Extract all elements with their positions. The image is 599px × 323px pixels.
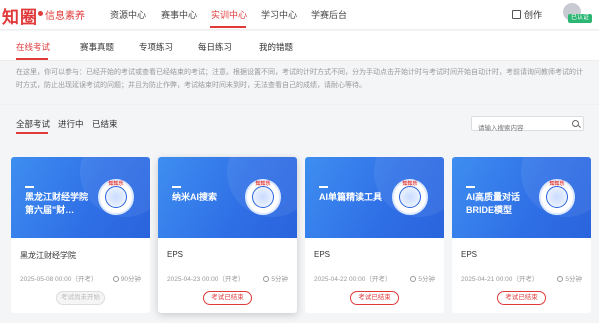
brand-logo[interactable]: 知圈 <box>2 3 38 28</box>
search-box <box>471 116 584 135</box>
seal-logo: 知知乐 <box>245 179 281 215</box>
clock-icon <box>410 276 417 282</box>
notice-text: 在这里，你可以参与：已经开始的考试或查看已经结束的考试；注意。根据设置不同，考试… <box>16 69 583 89</box>
seal-logo: 知知乐 <box>392 179 428 215</box>
card-date: 2025-04-21 00:00（开考） <box>461 276 539 283</box>
exam-status-button[interactable]: 考试已结束 <box>203 291 252 305</box>
seal-logo: 知知乐 <box>539 179 575 215</box>
card-org: 黑龙江财经学院 <box>20 251 76 260</box>
edit-icon <box>512 10 521 19</box>
card-duration: 5分钟 <box>557 273 582 283</box>
verified-badge: 已认证 <box>568 14 593 23</box>
exam-card[interactable]: 黑龙江财经学院第六届"财… 知知乐 黑龙江财经学院 2025-05-08 00:… <box>11 157 150 313</box>
create-label: 创作 <box>524 10 543 20</box>
card-duration: 90分钟 <box>112 273 141 283</box>
tab-active-indicator <box>16 58 48 60</box>
card-duration: 5分钟 <box>410 273 435 283</box>
banner-dash <box>172 186 181 188</box>
exam-card[interactable]: AI单篇精读工具 知知乐 EPS 2025-04-22 00:00（开考） 5分… <box>305 157 444 313</box>
exam-card[interactable]: 纳米AI搜索 知知乐 EPS 2025-04-23 00:00（开考） 5分钟 … <box>158 157 297 313</box>
card-title: AI单篇精读工具 <box>319 192 383 202</box>
search-input[interactable] <box>472 122 564 135</box>
card-title: 黑龙江财经学院第六届"财… <box>25 192 89 215</box>
banner-dash <box>25 186 34 188</box>
divider <box>0 104 599 105</box>
top-nav: 知圈 信息素养 资源中心 赛事中心 实训中心 学习中心 学赛后台 创作 已认证 <box>0 0 599 30</box>
card-banner: AI单篇精读工具 知知乐 <box>305 157 444 238</box>
card-banner: 黑龙江财经学院第六届"财… 知知乐 <box>11 157 150 238</box>
nav-item-training[interactable]: 实训中心 <box>211 8 247 21</box>
search-icon[interactable] <box>572 120 579 127</box>
exam-status-button[interactable]: 考试已结束 <box>350 291 399 305</box>
tab-daily-practice[interactable]: 每日练习 <box>198 41 232 53</box>
nav-active-indicator <box>210 26 246 28</box>
card-banner: 纳米AI搜索 知知乐 <box>158 157 297 238</box>
filter-active-indicator <box>16 132 48 134</box>
create-button[interactable]: 创作 <box>512 8 542 21</box>
nav-item-resources[interactable]: 资源中心 <box>110 8 146 21</box>
brand-subtitle: 信息素养 <box>45 11 85 22</box>
filter-ongoing[interactable]: 进行中 <box>58 118 84 130</box>
nav-item-learning[interactable]: 学习中心 <box>261 8 297 21</box>
tab-past-papers[interactable]: 赛事真题 <box>80 41 114 53</box>
card-date: 2025-04-23 00:00（开考） <box>167 276 245 283</box>
exam-status-button[interactable]: 考试已结束 <box>497 291 546 305</box>
card-org: EPS <box>314 250 331 259</box>
filter-all[interactable]: 全部考试 <box>16 118 50 130</box>
exam-card[interactable]: AI高质量对话BRIDE模型 知知乐 EPS 2025-04-21 00:00（… <box>452 157 591 313</box>
card-duration: 5分钟 <box>263 273 288 283</box>
filter-ended[interactable]: 已结束 <box>92 118 118 130</box>
card-org: EPS <box>167 250 184 259</box>
banner-dash <box>466 186 475 188</box>
brand-dot <box>38 11 43 16</box>
exam-status-button[interactable]: 考试尚未开始 <box>56 291 105 305</box>
card-title: 纳米AI搜索 <box>172 192 218 202</box>
exam-tabs: 在线考试 赛事真题 专项练习 每日练习 我的错题 <box>0 31 599 61</box>
banner-dash <box>319 186 328 188</box>
clock-icon <box>263 276 270 282</box>
card-banner: AI高质量对话BRIDE模型 知知乐 <box>452 157 591 238</box>
clock-icon <box>112 276 119 282</box>
tab-online-exam[interactable]: 在线考试 <box>16 41 50 53</box>
seal-logo: 知知乐 <box>98 179 134 215</box>
nav-item-contests[interactable]: 赛事中心 <box>161 8 197 21</box>
clock-icon <box>557 276 564 282</box>
tab-wrong-answers[interactable]: 我的错题 <box>259 41 293 53</box>
card-date: 2025-04-22 00:00（开考） <box>314 276 392 283</box>
tab-special-practice[interactable]: 专项练习 <box>139 41 173 53</box>
nav-item-admin[interactable]: 学赛后台 <box>311 8 347 21</box>
card-date: 2025-05-08 00:00（开考） <box>20 276 98 283</box>
card-title: AI高质量对话BRIDE模型 <box>466 192 521 215</box>
card-org: EPS <box>461 250 478 259</box>
